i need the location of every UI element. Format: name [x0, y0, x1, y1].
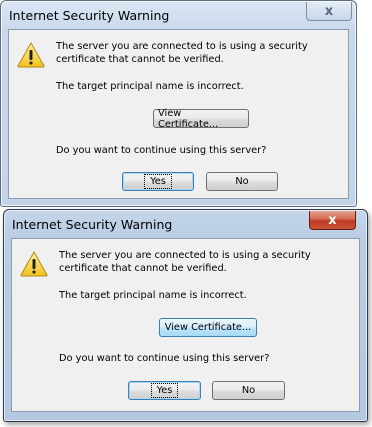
detail-message: The target principal name is incorrect.	[56, 81, 244, 92]
dialog-title: Internet Security Warning	[12, 217, 173, 232]
security-warning-dialog-active: Internet Security Warning x The server y…	[3, 209, 368, 422]
continue-question: Do you want to continue using this serve…	[56, 145, 267, 156]
detail-message: The target principal name is incorrect.	[59, 290, 247, 301]
warning-icon	[17, 42, 45, 68]
close-button[interactable]: x	[309, 211, 356, 230]
view-certificate-button[interactable]: View Certificate...	[159, 318, 257, 337]
close-button[interactable]: x	[306, 2, 352, 21]
close-icon: x	[328, 212, 337, 228]
yes-button[interactable]: Yes	[128, 381, 201, 400]
continue-question: Do you want to continue using this serve…	[59, 353, 270, 364]
dialog-content-panel: The server you are connected to is using…	[8, 29, 349, 199]
close-icon: x	[324, 3, 334, 19]
dialog-title: Internet Security Warning	[9, 8, 170, 23]
yes-button[interactable]: Yes	[122, 172, 194, 191]
no-button[interactable]: No	[212, 381, 285, 400]
view-certificate-button[interactable]: View Certificate...	[153, 108, 249, 130]
warning-message: The server you are connected to is using…	[59, 250, 311, 274]
warning-icon	[20, 251, 48, 277]
warning-message: The server you are connected to is using…	[56, 41, 308, 65]
dialog-content-panel: The server you are connected to is using…	[11, 238, 360, 412]
no-button[interactable]: No	[206, 172, 278, 191]
security-warning-dialog-inactive: Internet Security Warning x The server y…	[0, 0, 357, 207]
